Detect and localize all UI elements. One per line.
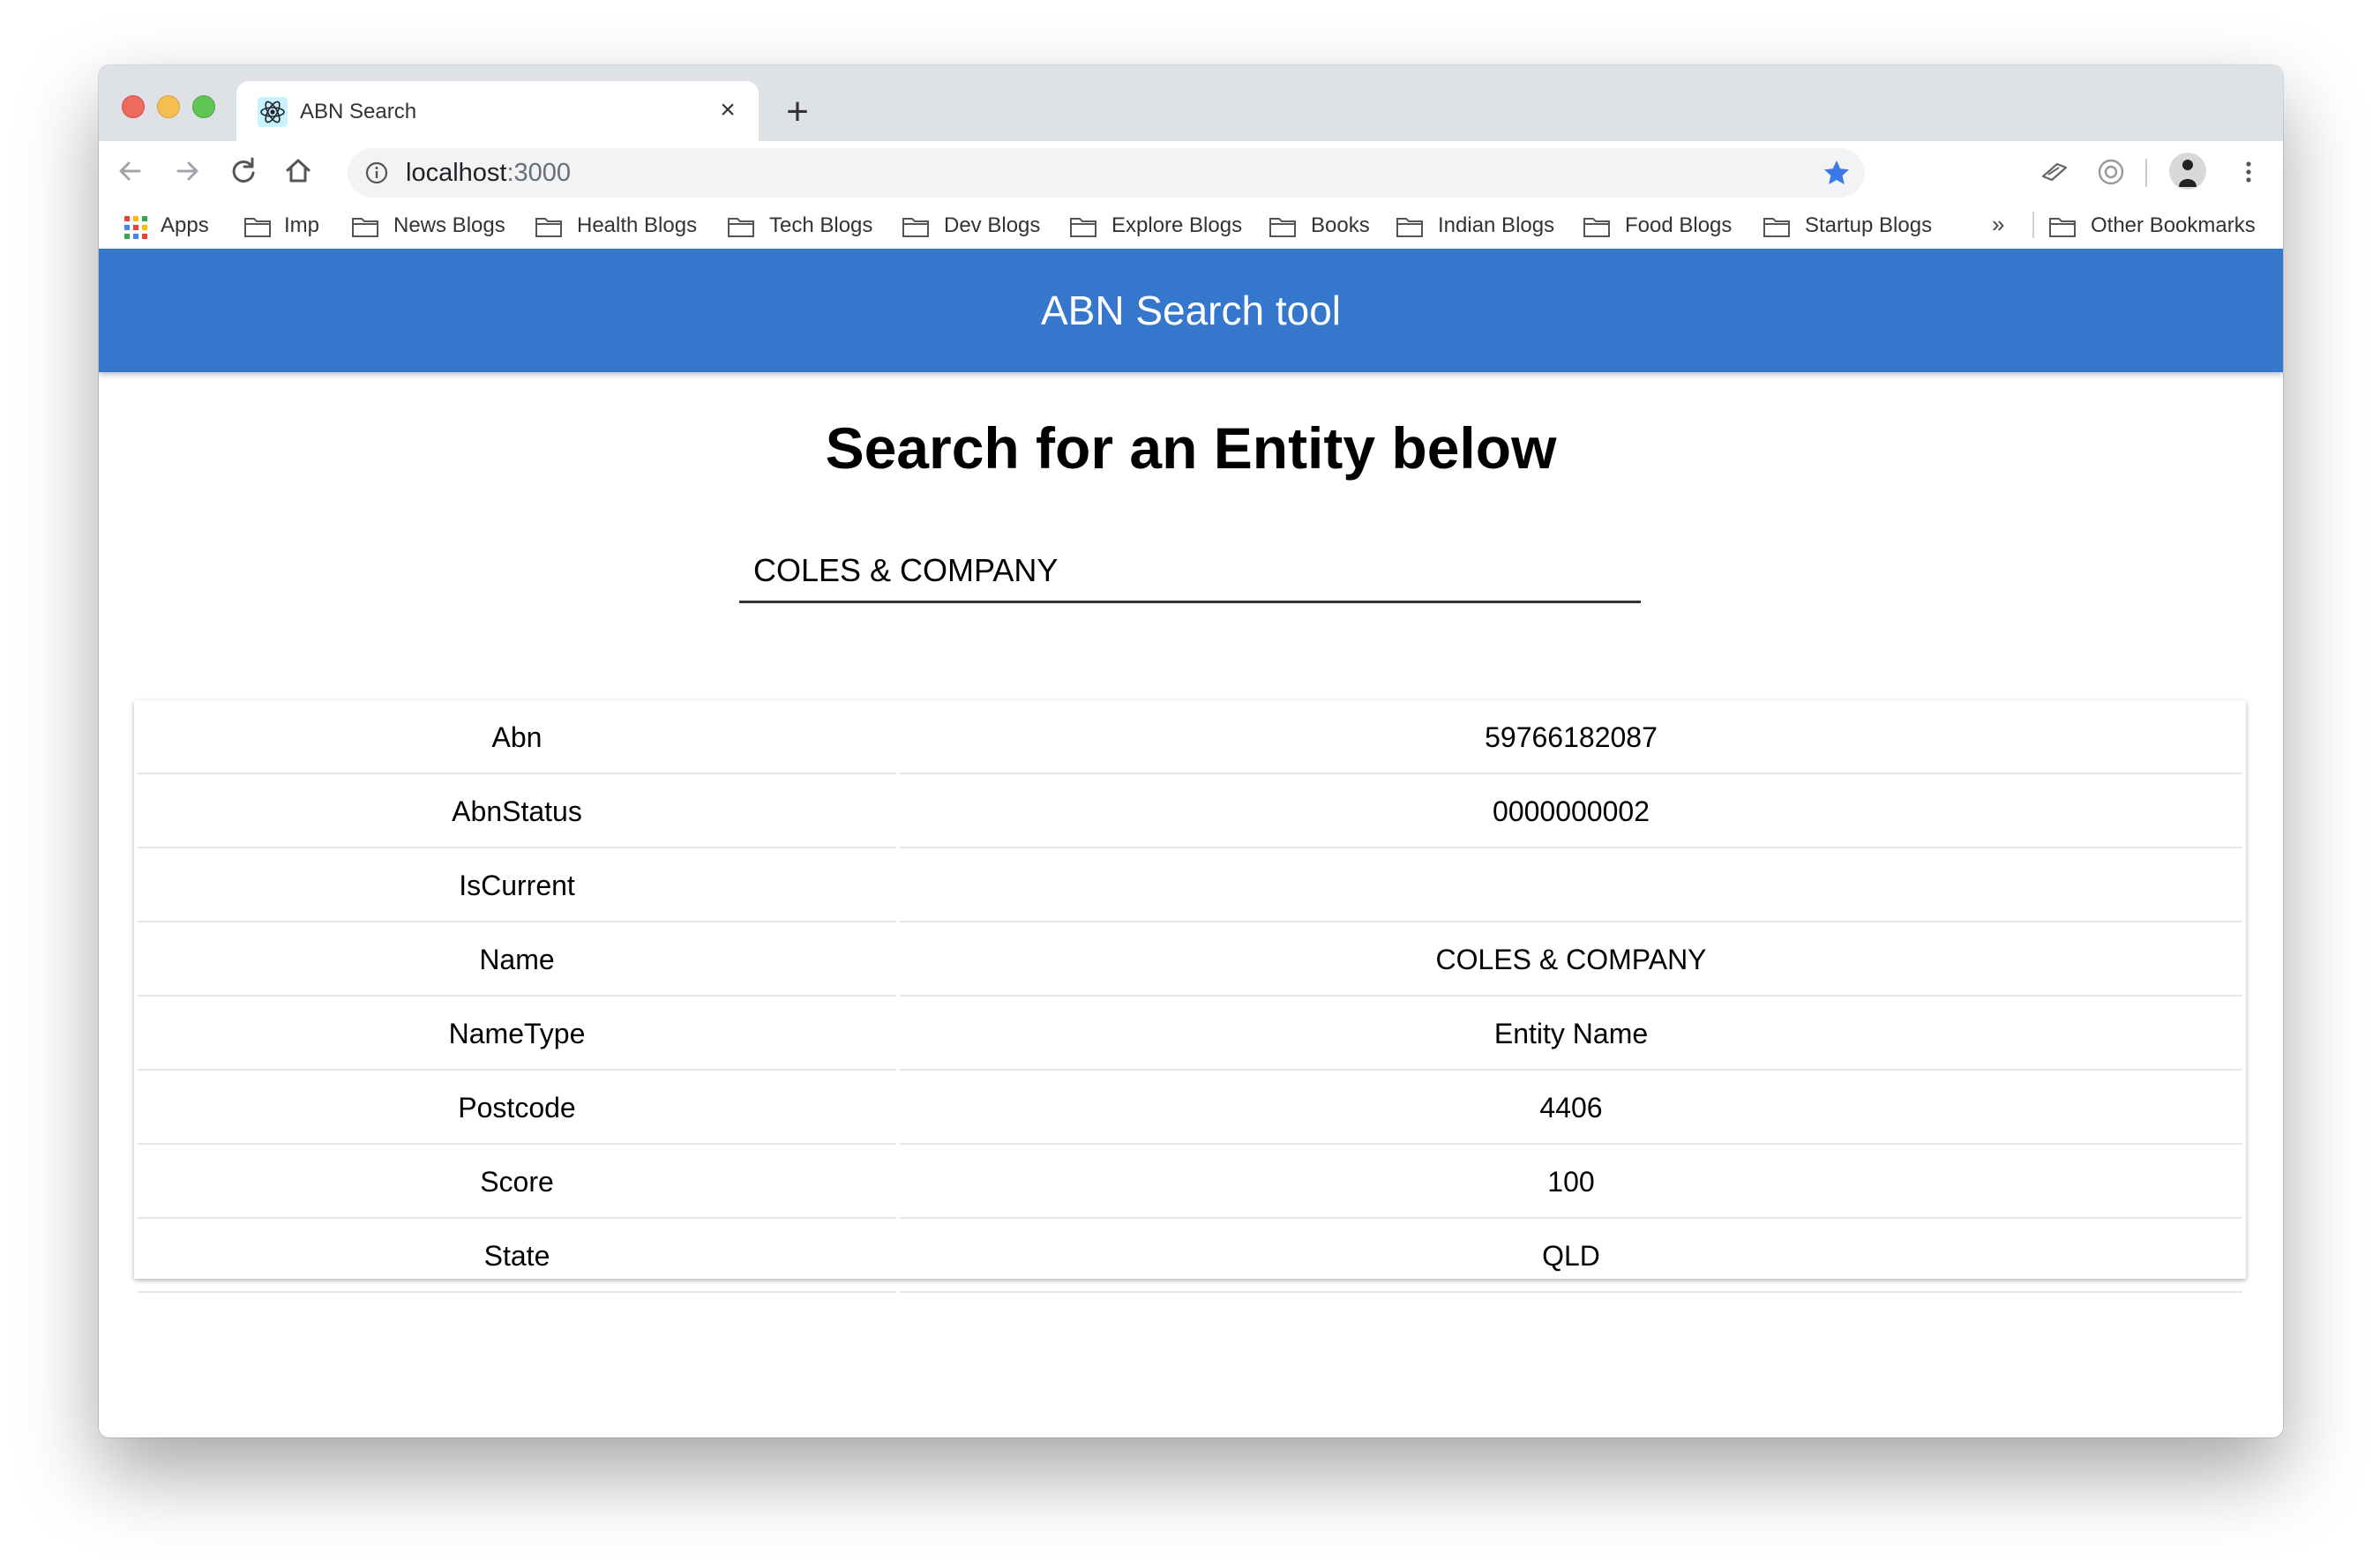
results-table-body: Abn 59766182087 AbnStatus 0000000002 IsCurre… (138, 702, 2242, 1293)
field-value-cell: QLD (900, 1221, 2242, 1293)
folder-icon (1583, 218, 1610, 237)
bookmark-label: Other Bookmarks (2091, 213, 2256, 237)
table-row: State QLD (138, 1221, 2242, 1293)
info-icon[interactable] (363, 160, 390, 186)
react-icon (258, 97, 288, 127)
search-input[interactable] (739, 540, 1641, 603)
apps-grid-icon (124, 216, 147, 239)
url-text: localhost:3000 (406, 159, 571, 187)
address-bar[interactable]: localhost:3000 (348, 148, 1865, 198)
bookmarks-overflow-icon[interactable]: » (1992, 210, 2004, 238)
bookmark-label: Startup Blogs (1805, 213, 1933, 237)
extension-icon[interactable] (2038, 155, 2071, 189)
field-value-cell: Entity Name (900, 998, 2242, 1071)
camera-extension-icon[interactable] (2094, 155, 2128, 189)
folder-icon (728, 218, 754, 237)
app-bar: ABN Search tool (99, 249, 2283, 372)
forward-arrow-icon[interactable] (169, 153, 205, 189)
field-name-cell: NameType (138, 998, 896, 1071)
url-port: :3000 (506, 159, 572, 187)
avatar[interactable] (2168, 152, 2207, 190)
folder-icon (1763, 218, 1790, 237)
bookmark-apps[interactable]: Apps (123, 212, 221, 240)
bookmark-label: News Blogs (393, 213, 505, 237)
minimize-window-button[interactable] (157, 95, 180, 118)
bookmark-label: Food Blogs (1625, 213, 1733, 237)
app-title: ABN Search tool (1040, 287, 1342, 333)
table-row: IsCurrent (138, 850, 2242, 922)
maximize-window-button[interactable] (192, 95, 215, 118)
close-window-button[interactable] (122, 95, 145, 118)
folder-icon (535, 218, 562, 237)
field-name-cell: Score (138, 1146, 896, 1219)
bookmark-label: Apps (161, 213, 209, 237)
reload-icon[interactable] (226, 153, 261, 189)
folder-icon (1070, 218, 1096, 237)
results-table: Abn 59766182087 AbnStatus 0000000002 IsCurre… (134, 700, 2246, 1293)
table-row: Score 100 (138, 1146, 2242, 1219)
field-name-cell: Name (138, 924, 896, 997)
folder-icon (1396, 218, 1423, 237)
field-value-cell: 4406 (900, 1072, 2242, 1145)
tab-abn-search[interactable]: ABN Search × (236, 81, 759, 141)
bookmark-label: Imp (284, 213, 320, 237)
bookmark-label: Explore Blogs (1111, 213, 1243, 237)
back-arrow-icon[interactable] (113, 153, 148, 189)
field-value-cell: 100 (900, 1146, 2242, 1219)
bookmark-label: Books (1311, 213, 1370, 237)
table-row: NameType Entity Name (138, 998, 2242, 1071)
browser-toolbar: localhost:3000 (99, 141, 2283, 203)
table-row: Abn 59766182087 (138, 702, 2242, 774)
page-content: ABN Search tool Search for an Entity bel… (99, 249, 2283, 1437)
table-row: AbnStatus 0000000002 (138, 776, 2242, 848)
bookmark-label: Health Blogs (577, 213, 698, 237)
folder-icon (2049, 218, 2076, 237)
field-value-cell: COLES & COMPANY (900, 924, 2242, 997)
bookmarks-bar: Apps Imp News Blogs Health Blogs Tech Bl… (99, 203, 2283, 250)
toolbar-divider (2145, 159, 2147, 187)
field-name-cell: IsCurrent (138, 850, 896, 922)
folder-icon (244, 218, 271, 237)
bookmark-label: Tech Blogs (769, 213, 873, 237)
url-host: localhost (406, 159, 507, 187)
new-tab-button[interactable]: + (780, 93, 815, 131)
field-value-cell (900, 850, 2242, 922)
folder-icon (902, 218, 929, 237)
browser-window: ABN Search × + localhost:3000 Apps Imp N… (99, 65, 2283, 1437)
table-row: Name COLES & COMPANY (138, 924, 2242, 997)
folder-icon (1269, 218, 1296, 237)
field-value-cell: 0000000002 (900, 776, 2242, 848)
more-menu-icon[interactable] (2232, 155, 2265, 189)
bookmark-label: Dev Blogs (944, 213, 1041, 237)
bookmarks-divider (2032, 212, 2034, 238)
page-heading: Search for an Entity below (825, 415, 1557, 481)
tab-title: ABN Search (300, 100, 417, 123)
field-name-cell: State (138, 1221, 896, 1293)
field-name-cell: AbnStatus (138, 776, 896, 848)
field-value-cell: 59766182087 (900, 702, 2242, 774)
table-row: Postcode 4406 (138, 1072, 2242, 1145)
home-icon[interactable] (281, 153, 316, 189)
folder-icon (352, 218, 378, 237)
tab-strip: ABN Search × + (99, 65, 2283, 141)
close-tab-icon[interactable]: × (713, 95, 743, 125)
field-name-cell: Postcode (138, 1072, 896, 1145)
field-name-cell: Abn (138, 702, 896, 774)
bookmark-label: Indian Blogs (1438, 213, 1555, 237)
bookmark-star-icon[interactable] (1821, 157, 1852, 189)
